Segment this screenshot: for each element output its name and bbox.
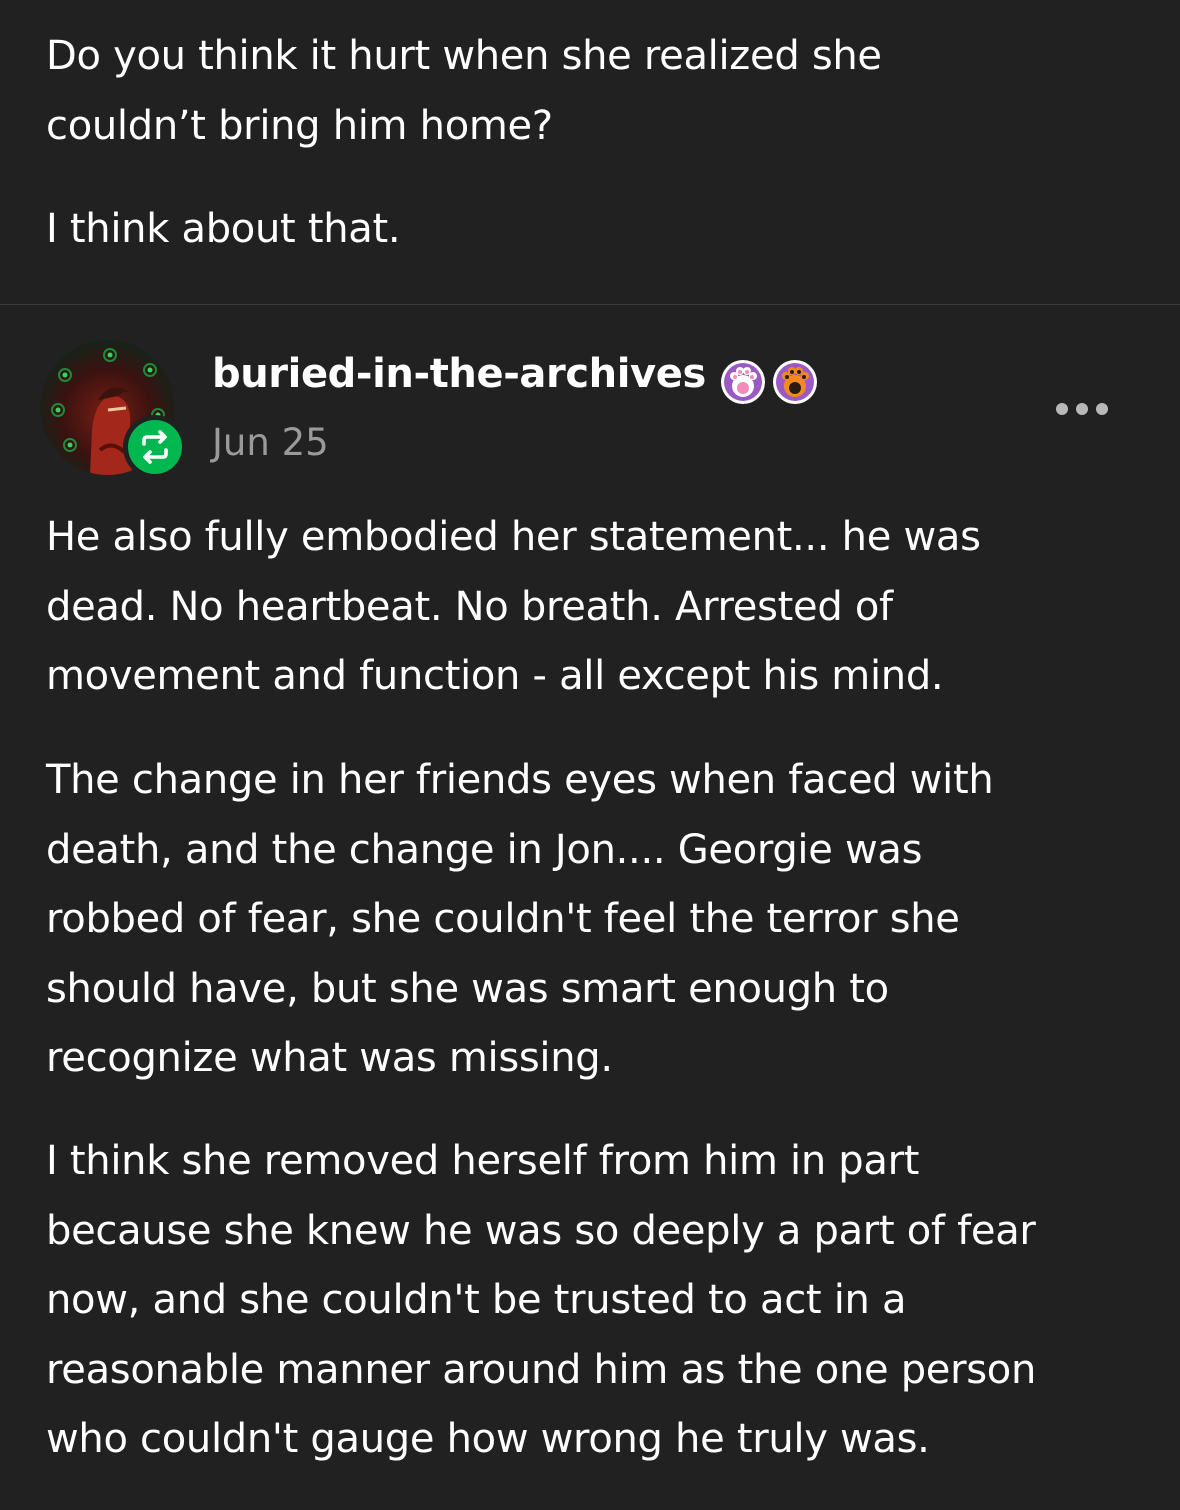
reblog-paragraph: I think she removed herself from him in … — [46, 1138, 1037, 1462]
ellipsis-dot — [1056, 403, 1068, 415]
ellipsis-dot — [1076, 403, 1088, 415]
previous-post-paragraph: Do you think it hurt when she realized s… — [46, 33, 882, 149]
reblog-badge — [123, 415, 187, 479]
ellipsis-icon[interactable] — [1052, 397, 1116, 421]
reblog-username[interactable]: buried-in-the-archives — [212, 351, 706, 397]
ellipsis-dot — [1096, 403, 1108, 415]
paw-badge-purple-icon[interactable] — [720, 359, 766, 405]
reblog-paragraph: The change in her friends eyes when face… — [46, 757, 994, 1081]
reblog-date[interactable]: Jun 25 — [212, 421, 329, 464]
paw-badge-orange-icon[interactable] — [772, 359, 818, 405]
previous-post-paragraph: I think about that. — [46, 206, 401, 252]
reblog-header: buried-in-the-archives Jun 25 — [0, 305, 1180, 485]
reblog-icon — [128, 420, 182, 474]
reblog-paragraph: He also fully embodied her statement... … — [46, 514, 981, 699]
